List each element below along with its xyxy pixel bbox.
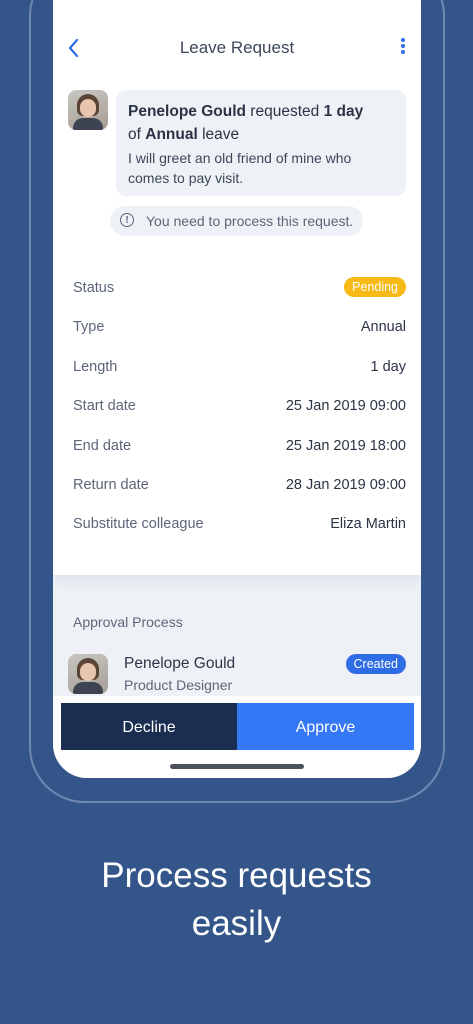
requested-text: requested <box>250 103 320 120</box>
action-bar: Decline Approve <box>53 696 421 778</box>
requester-name: Penelope Gould <box>128 103 246 120</box>
approve-button[interactable]: Approve <box>237 703 414 750</box>
leave-type: Annual <box>145 126 198 143</box>
status-badge: Pending <box>344 277 406 297</box>
detail-row-substitute: Substitute colleague Eliza Martin <box>73 508 406 547</box>
detail-label: Return date <box>73 476 149 493</box>
detail-row-type: Type Annual <box>73 311 406 350</box>
detail-row-return-date: Return date 28 Jan 2019 09:00 <box>73 469 406 508</box>
approver-role: Product Designer <box>124 677 233 693</box>
more-vertical-icon[interactable] <box>397 36 409 60</box>
detail-label: Substitute colleague <box>73 516 204 533</box>
page-title: Leave Request <box>179 38 295 57</box>
info-circle-icon <box>120 206 134 236</box>
detail-value: 28 Jan 2019 09:00 <box>285 476 406 493</box>
detail-row-length: Length 1 day <box>73 351 406 390</box>
detail-value: 25 Jan 2019 18:00 <box>285 437 406 454</box>
detail-label: Start date <box>73 398 136 415</box>
decline-button[interactable]: Decline <box>61 703 237 750</box>
leave-amount: 1 day <box>323 103 364 120</box>
request-card: Leave Request Penelope Gould requested 1… <box>53 0 421 575</box>
detail-row-status: Status Pending <box>73 272 406 311</box>
request-message-bubble: Penelope Gould requested 1 day of Annual… <box>116 90 406 196</box>
request-summary: Penelope Gould requested 1 day of Annual… <box>128 100 394 146</box>
app-screen: Leave Request Penelope Gould requested 1… <box>53 0 421 778</box>
detail-row-end-date: End date 25 Jan 2019 18:00 <box>73 430 406 469</box>
detail-value: Eliza Martin <box>330 516 406 533</box>
marketing-caption: Process requests easily <box>0 852 473 948</box>
approval-status-badge: Created <box>345 654 406 674</box>
of-text: of <box>128 126 141 143</box>
details-list: Status Pending Type Annual Length 1 day … <box>73 272 406 548</box>
request-message: I will greet an old friend of mine who c… <box>128 150 352 186</box>
approval-process-title: Approval Process <box>73 614 183 630</box>
approver-avatar <box>68 654 108 694</box>
caption-line-2: easily <box>191 904 282 943</box>
caption-line-1: Process requests <box>101 856 372 895</box>
home-indicator <box>170 764 304 769</box>
detail-row-start-date: Start date 25 Jan 2019 09:00 <box>73 390 406 429</box>
detail-value: 25 Jan 2019 09:00 <box>285 398 406 415</box>
process-notice: You need to process this request. <box>110 206 364 236</box>
header: Leave Request <box>53 30 421 66</box>
approver-name: Penelope Gould <box>124 655 236 672</box>
detail-label: Length <box>73 358 118 375</box>
leave-word: leave <box>202 126 240 143</box>
notice-text: You need to process this request. <box>146 213 354 229</box>
detail-value: 1 day <box>370 358 406 375</box>
detail-label: End date <box>73 437 132 454</box>
detail-label: Type <box>73 319 105 336</box>
detail-value: Annual <box>360 319 406 336</box>
avatar <box>68 90 108 130</box>
detail-label: Status <box>73 280 115 296</box>
